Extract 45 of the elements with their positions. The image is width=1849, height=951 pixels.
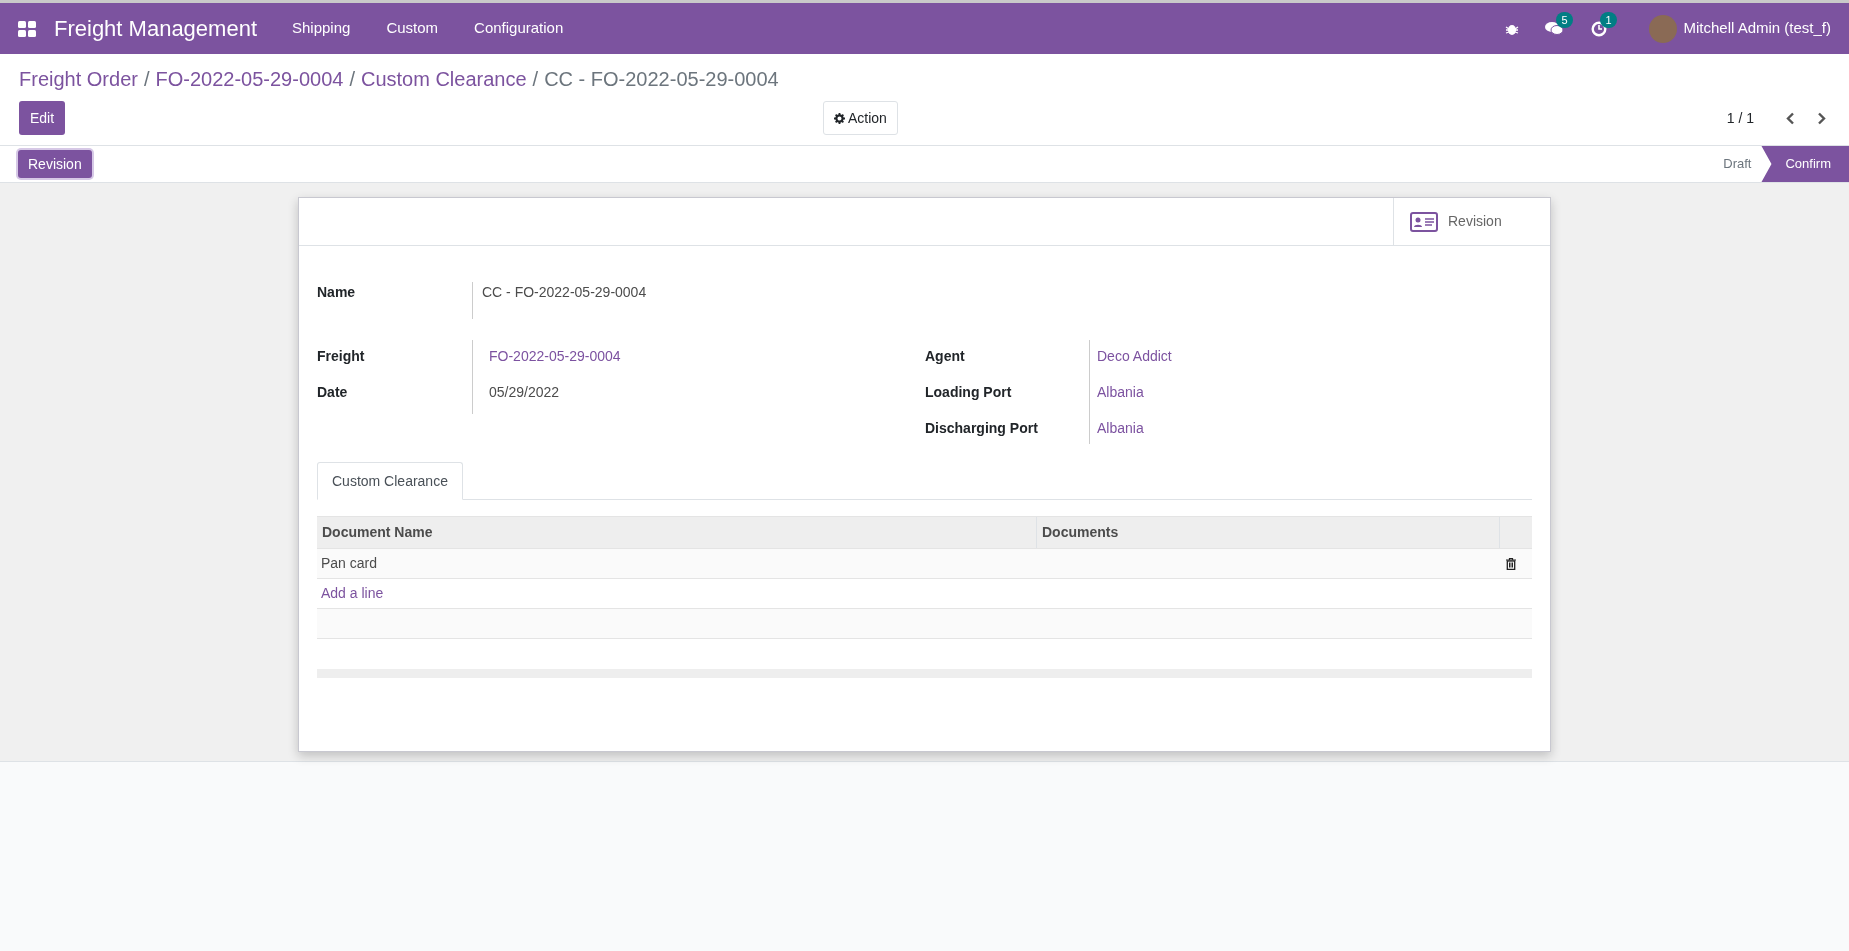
count-badge: 5 <box>1556 12 1573 28</box>
chevron-right-icon[interactable] <box>1817 111 1826 125</box>
chevron-left-icon[interactable] <box>1786 111 1795 125</box>
breadcrumb-current: CC - FO-2022-05-29-0004 <box>544 67 779 92</box>
field-label: Name <box>317 283 357 302</box>
app-title[interactable]: Freight Management <box>54 12 257 45</box>
field-link[interactable]: FO-2022-05-29-0004 <box>489 340 621 367</box>
field-link[interactable]: Albania <box>1097 412 1144 439</box>
app-grid-icon[interactable] <box>18 20 36 37</box>
breadcrumb-separator: / <box>349 67 355 92</box>
field-label: Discharging Port <box>925 419 1039 438</box>
field-link[interactable]: Albania <box>1097 376 1144 403</box>
status-stage[interactable]: Confirm <box>1761 146 1849 182</box>
revision-smart-button[interactable]: Revision <box>1393 198 1550 245</box>
add-line-link[interactable]: Add a line <box>317 583 388 604</box>
field-label: Freight <box>317 347 366 366</box>
column-header[interactable]: Documents <box>1037 517 1500 548</box>
revision-button[interactable]: Revision <box>18 150 92 178</box>
trash-icon[interactable] <box>1506 557 1516 570</box>
breadcrumb-link[interactable]: Freight Order <box>19 66 138 92</box>
field-value: 05/29/2022 <box>489 383 560 402</box>
pager-value: 1 / 1 <box>1726 108 1754 128</box>
menu-item[interactable]: Configuration <box>456 17 582 40</box>
field-link[interactable]: Deco Addict <box>1097 340 1172 367</box>
breadcrumb-separator: / <box>532 67 539 92</box>
field-value: CC - FO-2022-05-29-0004 <box>472 282 647 319</box>
breadcrumb-link[interactable]: FO-2022-05-29-0004 <box>155 66 344 92</box>
menu-item[interactable]: Shipping <box>274 17 369 40</box>
status-stage[interactable]: Draft <box>1713 146 1762 182</box>
clock-icon[interactable] <box>1591 20 1608 37</box>
breadcrumb-separator: / <box>143 67 150 92</box>
notebook-tab[interactable]: Custom Clearance <box>317 462 463 500</box>
field-label: Loading Port <box>925 383 1013 402</box>
user-name[interactable]: Mitchell Admin (test_f) <box>1683 17 1831 40</box>
menu-item[interactable]: Custom <box>368 17 457 40</box>
id-card-icon <box>1410 211 1438 232</box>
field-label: Agent <box>925 347 966 366</box>
gear-icon <box>834 112 845 124</box>
action-button[interactable]: Action <box>823 101 898 135</box>
count-badge: 1 <box>1600 11 1617 28</box>
breadcrumb-link[interactable]: Custom Clearance <box>360 66 527 92</box>
field-label: Date <box>317 383 349 402</box>
edit-button[interactable]: Edit <box>19 101 66 135</box>
table-cell-text: Pan card <box>320 554 379 573</box>
column-header[interactable]: Document Name <box>317 517 1037 548</box>
